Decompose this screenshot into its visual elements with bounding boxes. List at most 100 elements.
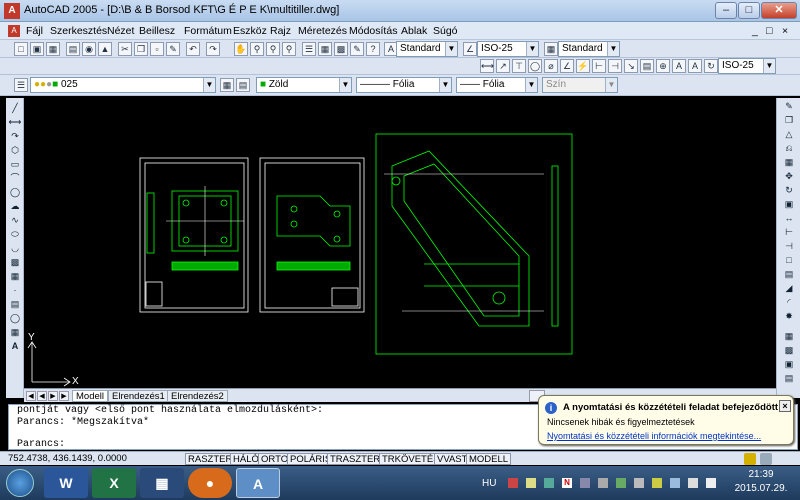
menu-help[interactable]: Súgó bbox=[433, 25, 458, 37]
first-tab-icon[interactable]: ◀ bbox=[26, 391, 36, 401]
match-properties-icon[interactable]: ✎ bbox=[166, 42, 180, 56]
polyline-icon[interactable]: ↷ bbox=[8, 130, 22, 142]
viewport-4-icon[interactable]: ▤ bbox=[781, 372, 797, 384]
clock-date[interactable]: 2015.07.29. bbox=[730, 483, 792, 494]
menu-window[interactable]: Ablak bbox=[401, 25, 427, 37]
menu-view[interactable]: Nézet bbox=[107, 25, 134, 37]
language-indicator[interactable]: HU bbox=[482, 478, 496, 489]
continue-dim-icon[interactable]: ⊣ bbox=[608, 59, 622, 73]
help-icon[interactable]: ? bbox=[366, 42, 380, 56]
menu-tools[interactable]: Eszköz bbox=[233, 25, 267, 37]
tolerance-icon[interactable]: ▤ bbox=[640, 59, 654, 73]
doc-minimize-button[interactable]: _ bbox=[752, 25, 758, 37]
baseline-dim-icon[interactable]: ⊢ bbox=[592, 59, 606, 73]
osnap-toggle[interactable]: TRASZTER bbox=[327, 453, 384, 465]
scale-icon[interactable]: ▣ bbox=[781, 198, 797, 210]
tab-layout2[interactable]: Elrendezés2 bbox=[167, 390, 228, 402]
layer-select[interactable]: ●●●■ 025 ▼ bbox=[30, 77, 216, 93]
tray-icon-9[interactable] bbox=[670, 478, 680, 488]
point-icon[interactable]: · bbox=[8, 284, 22, 296]
copy-icon[interactable]: ❐ bbox=[134, 42, 148, 56]
notification-link[interactable]: Nyomtatási és közzétételi információk me… bbox=[547, 431, 761, 441]
zoom-window-icon[interactable]: ⚲ bbox=[266, 42, 280, 56]
layer-previous-icon[interactable]: ▤ bbox=[236, 78, 250, 92]
properties-icon[interactable]: ☰ bbox=[302, 42, 316, 56]
undo-icon[interactable]: ↶ bbox=[186, 42, 200, 56]
insert-block-icon[interactable]: ▩ bbox=[8, 256, 22, 268]
break-icon[interactable]: ▤ bbox=[781, 268, 797, 280]
hatch-icon[interactable]: ▤ bbox=[8, 298, 22, 310]
table-style-icon[interactable]: ▦ bbox=[544, 42, 558, 56]
dim-edit-icon[interactable]: A bbox=[672, 59, 686, 73]
move-icon[interactable]: ✥ bbox=[781, 170, 797, 182]
erase-icon[interactable]: ✎ bbox=[781, 100, 797, 112]
color-select[interactable]: ■ Zöld ▼ bbox=[256, 77, 352, 93]
make-block-icon[interactable]: ▦ bbox=[8, 270, 22, 282]
rectangle-icon[interactable]: ▭ bbox=[8, 158, 22, 170]
linear-dim-icon[interactable]: ⟷ bbox=[480, 59, 494, 73]
zoom-previous-icon[interactable]: ⚲ bbox=[282, 42, 296, 56]
minimize-button[interactable]: – bbox=[715, 2, 737, 19]
ordinate-dim-icon[interactable]: ⊤ bbox=[512, 59, 526, 73]
extend-icon[interactable]: ⊣ bbox=[781, 240, 797, 252]
menu-edit[interactable]: Szerkesztés bbox=[50, 25, 107, 37]
tab-model[interactable]: Modell bbox=[72, 390, 108, 402]
dim-style-select[interactable]: ISO-25 ▼ bbox=[477, 41, 539, 57]
stretch-icon[interactable]: ↔ bbox=[781, 212, 797, 224]
linetype-select[interactable]: ——— Fólia ▼ bbox=[356, 77, 452, 93]
table-style-select[interactable]: Standard ▼ bbox=[558, 41, 620, 57]
print-notification[interactable]: i A nyomtatási és közzétételi feladat be… bbox=[538, 395, 794, 445]
array-icon[interactable]: ▦ bbox=[781, 156, 797, 168]
close-button[interactable]: ✕ bbox=[761, 2, 797, 19]
menu-file[interactable]: Fájl bbox=[26, 25, 43, 37]
angular-dim-icon[interactable]: ∠ bbox=[560, 59, 574, 73]
arc-icon[interactable]: ⌒ bbox=[8, 172, 22, 184]
clock-time[interactable]: 21:39 bbox=[730, 469, 792, 480]
menu-dimension[interactable]: Méretezés bbox=[298, 25, 347, 37]
radius-dim-icon[interactable]: ◯ bbox=[528, 59, 542, 73]
dim-style-icon[interactable]: ∠ bbox=[463, 42, 477, 56]
mtext-icon[interactable]: A bbox=[8, 340, 22, 352]
maximize-button[interactable]: □ bbox=[738, 2, 760, 19]
pan-icon[interactable]: ✋ bbox=[234, 42, 248, 56]
table-icon[interactable]: ▦ bbox=[8, 326, 22, 338]
snap-toggle[interactable]: RASZTER bbox=[185, 453, 236, 465]
tab-layout1[interactable]: Elrendezés1 bbox=[108, 390, 169, 402]
zoom-realtime-icon[interactable]: ⚲ bbox=[250, 42, 264, 56]
trim-icon[interactable]: ⊢ bbox=[781, 226, 797, 238]
autocad-taskbar-icon[interactable]: A bbox=[236, 468, 280, 498]
firefox-taskbar-icon[interactable]: ● bbox=[188, 468, 232, 498]
doc-restore-button[interactable]: □ bbox=[766, 25, 772, 37]
print-icon[interactable]: ▤ bbox=[66, 42, 80, 56]
region-icon[interactable]: ◯ bbox=[8, 312, 22, 324]
make-current-layer-icon[interactable]: ▦ bbox=[220, 78, 234, 92]
ellipse-icon[interactable]: ⬭ bbox=[8, 228, 22, 240]
lineweight-select[interactable]: —— Fólia ▼ bbox=[456, 77, 538, 93]
dim-style-select-2[interactable]: ISO-25 ▼ bbox=[718, 58, 776, 74]
construction-line-icon[interactable]: ⟷ bbox=[8, 116, 22, 128]
fillet-icon[interactable]: ◜ bbox=[781, 296, 797, 308]
prev-tab-icon[interactable]: ◀ bbox=[37, 391, 47, 401]
line-icon[interactable]: ╱ bbox=[8, 102, 22, 114]
markup-icon[interactable]: ✎ bbox=[350, 42, 364, 56]
open-icon[interactable]: ▣ bbox=[30, 42, 44, 56]
menu-modify[interactable]: Módosítás bbox=[349, 25, 397, 37]
design-center-icon[interactable]: ▦ bbox=[318, 42, 332, 56]
drawing-canvas[interactable]: Y X bbox=[24, 96, 776, 388]
next-tab-icon[interactable]: ▶ bbox=[48, 391, 58, 401]
publish-icon[interactable]: ▲ bbox=[98, 42, 112, 56]
tray-icon-7[interactable] bbox=[634, 478, 644, 488]
excel-taskbar-icon[interactable]: X bbox=[92, 468, 136, 498]
tray-icon-2[interactable] bbox=[526, 478, 536, 488]
document-icon[interactable]: A bbox=[8, 25, 20, 37]
word-taskbar-icon[interactable]: W bbox=[44, 468, 88, 498]
dim-text-edit-icon[interactable]: A bbox=[688, 59, 702, 73]
redo-icon[interactable]: ↷ bbox=[206, 42, 220, 56]
tray-icon-8[interactable] bbox=[652, 478, 662, 488]
offset-icon[interactable]: ⎌ bbox=[781, 142, 797, 154]
tray-icon-1[interactable] bbox=[508, 478, 518, 488]
spline-icon[interactable]: ∿ bbox=[8, 214, 22, 226]
tray-icon-5[interactable] bbox=[598, 478, 608, 488]
printer-tray-icon[interactable] bbox=[744, 453, 756, 465]
layer-manager-icon[interactable]: ☰ bbox=[14, 78, 28, 92]
